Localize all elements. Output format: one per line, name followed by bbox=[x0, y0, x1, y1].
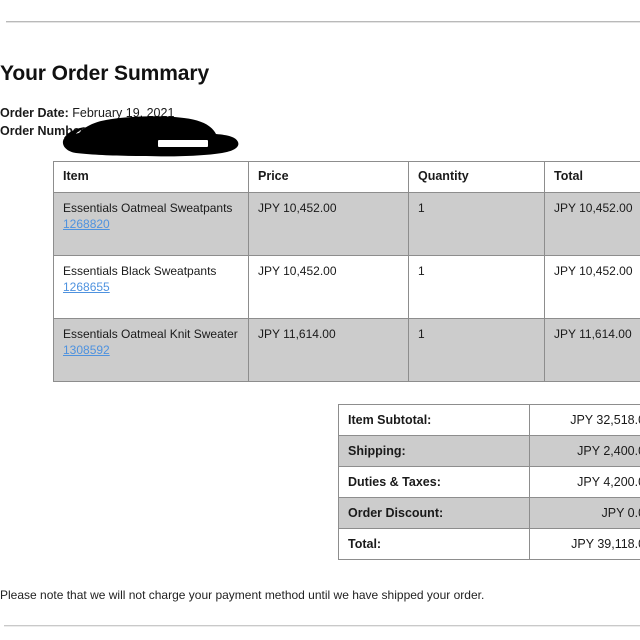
order-items-table: Item Price Quantity Total Essentials Oat… bbox=[53, 161, 640, 382]
table-row: Essentials Black Sweatpants 1268655 JPY … bbox=[53, 255, 640, 319]
cell-price: JPY 10,452.00 bbox=[248, 255, 409, 319]
cell-price: JPY 10,452.00 bbox=[248, 192, 409, 256]
item-name: Essentials Black Sweatpants bbox=[63, 264, 217, 278]
order-number-label: Order Number: bbox=[0, 124, 89, 138]
column-header-total: Total bbox=[544, 161, 640, 193]
totals-label-item-subtotal: Item Subtotal: bbox=[338, 404, 530, 436]
totals-label-total: Total: bbox=[338, 528, 530, 560]
item-name: Essentials Oatmeal Sweatpants bbox=[63, 201, 233, 215]
order-summary-page: Your Order Summary Order Date: February … bbox=[0, 0, 640, 640]
totals-value-shipping: JPY 2,400.00 bbox=[529, 435, 640, 467]
totals-value-duties-taxes: JPY 4,200.00 bbox=[529, 466, 640, 498]
order-number-line: Order Number: bbox=[0, 124, 89, 138]
table-row: Essentials Oatmeal Sweatpants 1268820 JP… bbox=[53, 192, 640, 256]
totals-value-item-subtotal: JPY 32,518.00 bbox=[529, 404, 640, 436]
order-totals-table: Item Subtotal: JPY 32,518.00 Shipping: J… bbox=[338, 404, 640, 560]
item-sku-link[interactable]: 1268820 bbox=[63, 217, 110, 232]
totals-row-item-subtotal: Item Subtotal: JPY 32,518.00 bbox=[338, 404, 640, 436]
item-sku-link[interactable]: 1308592 bbox=[63, 343, 110, 358]
cell-quantity: 1 bbox=[408, 255, 545, 319]
payment-footnote: Please note that we will not charge your… bbox=[0, 588, 485, 602]
totals-row-order-discount: Order Discount: JPY 0.00 bbox=[338, 497, 640, 529]
totals-label-shipping: Shipping: bbox=[338, 435, 530, 467]
page-title: Your Order Summary bbox=[0, 62, 210, 85]
order-date-label: Order Date: bbox=[0, 106, 69, 120]
page-bottom-divider-shadow bbox=[4, 626, 640, 627]
cell-item: Essentials Oatmeal Knit Sweater 1308592 bbox=[53, 318, 249, 382]
column-header-item: Item bbox=[53, 161, 249, 193]
column-header-price: Price bbox=[248, 161, 409, 193]
cell-total: JPY 10,452.00 bbox=[544, 255, 640, 319]
cell-item: Essentials Oatmeal Sweatpants 1268820 bbox=[53, 192, 249, 256]
order-items-table-head: Item Price Quantity Total bbox=[53, 161, 640, 193]
order-totals-table-body: Item Subtotal: JPY 32,518.00 Shipping: J… bbox=[338, 404, 640, 560]
totals-value-order-discount: JPY 0.00 bbox=[529, 497, 640, 529]
cell-total: JPY 10,452.00 bbox=[544, 192, 640, 256]
cell-quantity: 1 bbox=[408, 192, 545, 256]
totals-label-order-discount: Order Discount: bbox=[338, 497, 530, 529]
totals-value-total: JPY 39,118.00 bbox=[529, 528, 640, 560]
cell-total: JPY 11,614.00 bbox=[544, 318, 640, 382]
cell-quantity: 1 bbox=[408, 318, 545, 382]
order-date-value: February 19, 2021 bbox=[72, 106, 175, 120]
totals-row-duties-taxes: Duties & Taxes: JPY 4,200.00 bbox=[338, 466, 640, 498]
totals-label-duties-taxes: Duties & Taxes: bbox=[338, 466, 530, 498]
order-items-table-body: Essentials Oatmeal Sweatpants 1268820 JP… bbox=[53, 192, 640, 382]
totals-row-shipping: Shipping: JPY 2,400.00 bbox=[338, 435, 640, 467]
item-name: Essentials Oatmeal Knit Sweater bbox=[63, 327, 238, 341]
order-date-line: Order Date: February 19, 2021 bbox=[0, 106, 174, 120]
totals-row-total: Total: JPY 39,118.00 bbox=[338, 528, 640, 560]
cell-price: JPY 11,614.00 bbox=[248, 318, 409, 382]
item-sku-link[interactable]: 1268655 bbox=[63, 280, 110, 295]
table-header-row: Item Price Quantity Total bbox=[53, 161, 640, 193]
table-row: Essentials Oatmeal Knit Sweater 1308592 … bbox=[53, 318, 640, 382]
cell-item: Essentials Black Sweatpants 1268655 bbox=[53, 255, 249, 319]
column-header-quantity: Quantity bbox=[408, 161, 545, 193]
document-body: Your Order Summary Order Date: February … bbox=[0, 0, 640, 640]
